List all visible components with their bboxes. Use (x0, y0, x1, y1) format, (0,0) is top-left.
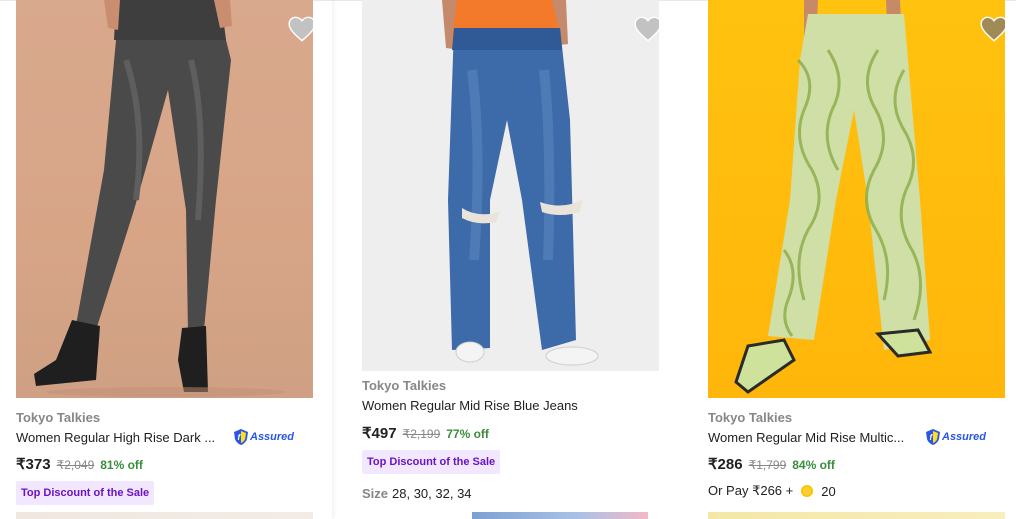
assured-label: Assured (250, 431, 295, 443)
selling-price: ₹373 (16, 456, 51, 473)
supercoin-offer: Or Pay ₹266 + 20 (708, 483, 836, 499)
price-row: ₹286 ₹1,799 84% off (708, 455, 835, 473)
offer-tag: Top Discount of the Sale (362, 450, 501, 474)
heart-icon[interactable] (288, 16, 313, 42)
discount-percent: 77% off (446, 427, 489, 441)
original-price: ₹2,199 (402, 427, 441, 441)
price-row: ₹373 ₹2,049 81% off (16, 455, 143, 473)
next-row-image-peek (472, 512, 648, 519)
original-price: ₹1,799 (748, 458, 787, 472)
heart-icon[interactable] (980, 16, 1005, 42)
selling-price: ₹497 (362, 425, 397, 442)
product-image[interactable] (362, 0, 659, 371)
assured-label: Assured (942, 431, 987, 443)
product-brand: Tokyo Talkies (708, 410, 793, 425)
product-brand: Tokyo Talkies (16, 410, 101, 425)
discount-percent: 84% off (792, 458, 835, 472)
product-brand: Tokyo Talkies (362, 378, 447, 393)
price-row: ₹497 ₹2,199 77% off (362, 424, 489, 442)
product-title[interactable]: Women Regular Mid Rise Multic... (708, 430, 922, 445)
or-pay-text: Or Pay ₹266 + (708, 483, 794, 498)
size-label: Size (362, 486, 389, 501)
original-price: ₹2,049 (56, 458, 95, 472)
product-card[interactable]: Tokyo Talkies Women Regular Mid Rise Blu… (346, 0, 676, 519)
assured-shield-icon: f (926, 429, 940, 445)
next-row-image-peek (16, 512, 313, 519)
supercoin-count: 20 (821, 483, 836, 499)
heart-icon[interactable] (634, 16, 659, 42)
assured-badge: f Assured (234, 429, 294, 445)
offer-tag: Top Discount of the Sale (16, 481, 155, 505)
product-title[interactable]: Women Regular High Rise Dark ... (16, 430, 230, 445)
product-image[interactable] (16, 0, 313, 398)
product-title[interactable]: Women Regular Mid Rise Blue Jeans (362, 398, 662, 413)
discount-percent: 81% off (100, 458, 143, 472)
next-row-image-peek (708, 512, 1005, 519)
supercoin-icon (801, 485, 814, 497)
product-image[interactable] (708, 0, 1005, 398)
product-card[interactable]: Tokyo Talkies Women Regular High Rise Da… (0, 0, 332, 519)
assured-shield-icon: f (234, 429, 248, 445)
size-values: 28, 30, 32, 34 (392, 486, 472, 501)
size-options: Size 28, 30, 32, 34 (362, 486, 472, 501)
assured-badge: f Assured (926, 429, 986, 445)
selling-price: ₹286 (708, 456, 743, 473)
product-card[interactable]: Tokyo Talkies Women Regular Mid Rise Mul… (692, 0, 1016, 519)
